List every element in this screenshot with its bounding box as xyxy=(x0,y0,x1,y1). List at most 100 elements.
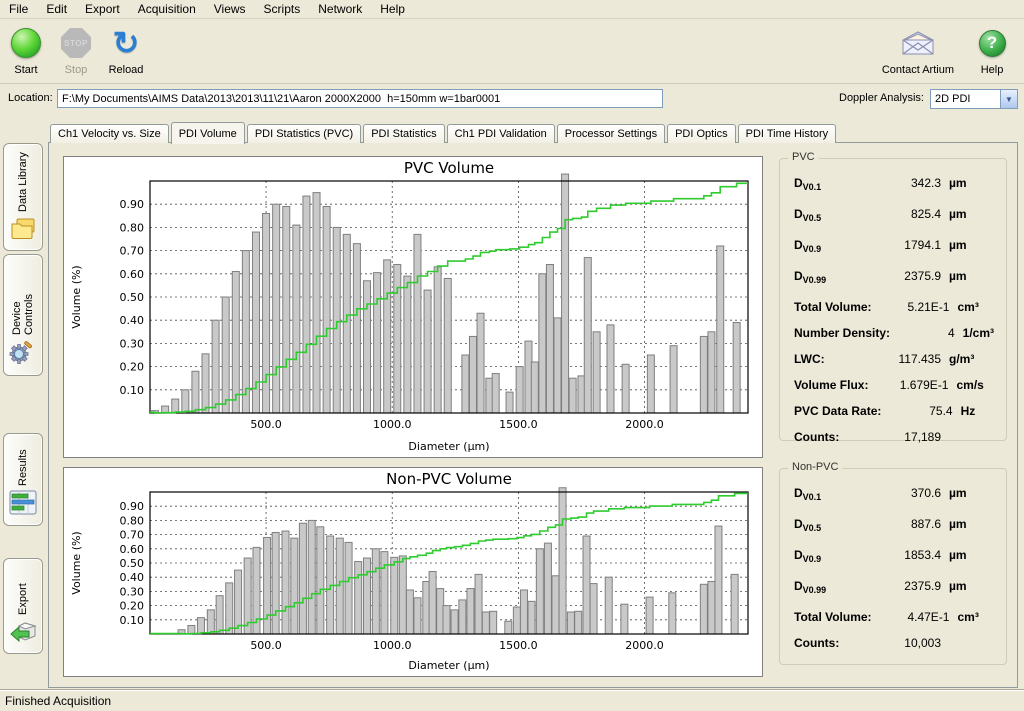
stat-row-dv05: DV0.5 887.6µm xyxy=(794,517,994,533)
stat-row-number-density: Number Density: 41/cm³ xyxy=(794,326,994,340)
stat-row-counts: Counts: 10,003 xyxy=(794,636,994,650)
svg-text:1500.0: 1500.0 xyxy=(499,418,538,431)
stat-row-dv01: DV0.1 342.3µm xyxy=(794,176,994,192)
start-icon xyxy=(11,28,41,58)
menu-help[interactable]: Help xyxy=(371,2,414,16)
help-icon: ? xyxy=(979,30,1006,57)
sidebar-export-label: Export xyxy=(17,567,29,615)
nonpvc-stats-groupbox: Non-PVC DV0.1 370.6µm DV0.5 887.6µm DV0.… xyxy=(779,468,1007,665)
tab-processor-settings[interactable]: Processor Settings xyxy=(557,124,665,143)
stop-label: Stop xyxy=(65,64,88,76)
menu-network[interactable]: Network xyxy=(309,2,371,16)
menu-acquisition[interactable]: Acquisition xyxy=(129,2,205,16)
doppler-analysis-value: 2D PDI xyxy=(931,93,1000,105)
tab-strip: Ch1 Velocity vs. Size PDI Volume PDI Sta… xyxy=(50,122,838,143)
svg-text:1000.0: 1000.0 xyxy=(373,418,412,431)
help-label: Help xyxy=(981,64,1004,76)
stat-row-counts: Counts: 17,189 xyxy=(794,430,994,444)
pvc-volume-chart: 0.100.200.300.400.500.600.700.800.90500.… xyxy=(64,157,762,457)
tab-ch1-velocity-vs-size[interactable]: Ch1 Velocity vs. Size xyxy=(50,124,169,143)
stat-row-dv09: DV0.9 1794.1µm xyxy=(794,238,994,254)
status-text: Finished Acquisition xyxy=(0,694,111,708)
stop-button: STOP Stop xyxy=(58,24,94,76)
tab-ch1-pdi-validation[interactable]: Ch1 PDI Validation xyxy=(447,124,555,143)
svg-text:0.30: 0.30 xyxy=(120,585,145,598)
svg-text:0.80: 0.80 xyxy=(120,514,145,527)
sidebar-item-data-library[interactable]: Data Library xyxy=(3,143,43,251)
stat-row-dv099: DV0.99 2375.9µm xyxy=(794,269,994,285)
svg-text:0.80: 0.80 xyxy=(120,221,145,234)
pvc-group-title: PVC xyxy=(788,151,819,163)
stat-row-volume-flux: Volume Flux: 1.679E-1cm/s xyxy=(794,378,994,392)
svg-text:1000.0: 1000.0 xyxy=(373,639,412,652)
pvc-volume-chart-panel: 0.100.200.300.400.500.600.700.800.90500.… xyxy=(63,156,763,458)
svg-text:0.50: 0.50 xyxy=(120,557,145,570)
export-icon xyxy=(9,619,37,646)
svg-text:0.70: 0.70 xyxy=(120,245,145,258)
stat-row-dv05: DV0.5 825.4µm xyxy=(794,207,994,223)
contact-artium-button[interactable]: Contact Artium xyxy=(882,24,954,76)
stat-row-dv09: DV0.9 1853.4µm xyxy=(794,548,994,564)
tab-pdi-statistics[interactable]: PDI Statistics xyxy=(363,124,444,143)
svg-text:500.0: 500.0 xyxy=(250,639,282,652)
gears-icon xyxy=(9,339,37,368)
svg-text:0.60: 0.60 xyxy=(120,268,145,281)
sidebar-item-results[interactable]: Results xyxy=(3,433,43,526)
svg-text:0.90: 0.90 xyxy=(120,198,145,211)
sidebar-item-device-controls[interactable]: Device Controls xyxy=(3,254,43,376)
location-input[interactable] xyxy=(57,89,663,108)
status-bar: Finished Acquisition xyxy=(0,690,1024,711)
svg-text:0.10: 0.10 xyxy=(120,384,145,397)
menu-export[interactable]: Export xyxy=(76,2,129,16)
stat-row-dv099: DV0.99 2375.9µm xyxy=(794,579,994,595)
svg-text:0.30: 0.30 xyxy=(120,337,145,350)
sidebar-item-export[interactable]: Export xyxy=(3,558,43,654)
start-button[interactable]: Start xyxy=(8,24,44,76)
stat-row-total-volume: Total Volume: 4.47E-1cm³ xyxy=(794,610,994,624)
nonpvc-group-title: Non-PVC xyxy=(788,461,842,473)
svg-text:1500.0: 1500.0 xyxy=(499,639,538,652)
svg-text:0.40: 0.40 xyxy=(120,571,145,584)
reload-icon: ↻ xyxy=(113,28,140,58)
tab-pdi-statistics-pvc[interactable]: PDI Statistics (PVC) xyxy=(247,124,361,143)
tab-pdi-optics[interactable]: PDI Optics xyxy=(667,124,736,143)
svg-text:Diameter (µm): Diameter (µm) xyxy=(408,659,489,672)
svg-text:0.60: 0.60 xyxy=(120,543,145,556)
menu-scripts[interactable]: Scripts xyxy=(255,2,310,16)
menu-edit[interactable]: Edit xyxy=(37,2,76,16)
menu-file[interactable]: File xyxy=(0,2,37,16)
svg-text:0.20: 0.20 xyxy=(120,600,145,613)
doppler-analysis-label: Doppler Analysis: xyxy=(839,92,924,104)
reload-label: Reload xyxy=(109,64,144,76)
svg-text:0.90: 0.90 xyxy=(120,500,145,513)
bar-chart-icon xyxy=(9,490,37,518)
envelope-icon xyxy=(900,30,936,57)
svg-text:PVC Volume: PVC Volume xyxy=(404,159,494,177)
stat-row-dv01: DV0.1 370.6µm xyxy=(794,486,994,502)
svg-text:Volume (%): Volume (%) xyxy=(70,531,83,594)
svg-text:Diameter (µm): Diameter (µm) xyxy=(408,440,489,453)
help-button[interactable]: ? Help xyxy=(974,24,1010,76)
menu-views[interactable]: Views xyxy=(205,2,255,16)
chevron-down-icon[interactable]: ▼ xyxy=(1000,90,1017,108)
tab-pdi-time-history[interactable]: PDI Time History xyxy=(738,124,837,143)
nonpvc-volume-chart: 0.100.200.300.400.500.600.700.800.90500.… xyxy=(64,468,762,676)
stop-icon: STOP xyxy=(61,28,91,58)
sidebar-device-controls-label: Device Controls xyxy=(11,263,35,335)
doppler-analysis-dropdown[interactable]: 2D PDI ▼ xyxy=(930,89,1018,109)
location-bar: Location: Doppler Analysis: 2D PDI ▼ xyxy=(0,85,1024,114)
stat-row-lwc: LWC: 117.435g/m³ xyxy=(794,352,994,366)
toolbar: Start STOP Stop ↻ Reload Contact Artium xyxy=(0,20,1024,84)
folders-icon xyxy=(9,216,37,243)
start-label: Start xyxy=(14,64,37,76)
menu-bar: File Edit Export Acquisition Views Scrip… xyxy=(0,0,1024,19)
svg-text:0.70: 0.70 xyxy=(120,529,145,542)
stat-row-pvc-data-rate: PVC Data Rate: 75.4Hz xyxy=(794,404,994,418)
svg-text:Non-PVC Volume: Non-PVC Volume xyxy=(386,470,512,488)
location-label: Location: xyxy=(8,92,53,104)
svg-text:2000.0: 2000.0 xyxy=(625,418,664,431)
tab-pdi-volume[interactable]: PDI Volume xyxy=(171,122,245,144)
main-area: Data Library Device Controls xyxy=(0,114,1024,690)
sidebar-data-library-label: Data Library xyxy=(17,152,29,212)
reload-button[interactable]: ↻ Reload xyxy=(108,24,144,76)
